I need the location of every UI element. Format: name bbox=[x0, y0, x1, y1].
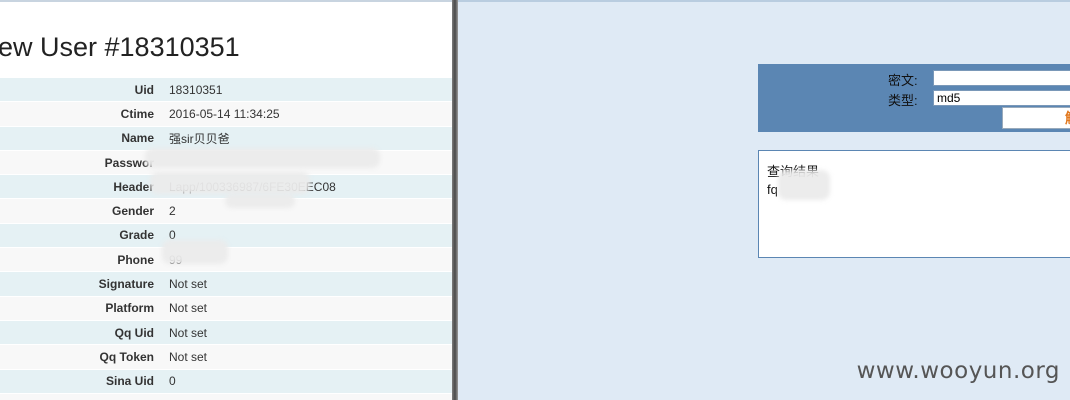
redaction-blur bbox=[162, 240, 228, 264]
field-value: Not set bbox=[162, 296, 452, 321]
field-label: Signature bbox=[0, 271, 162, 297]
page-title: iew User #18310351 bbox=[0, 32, 240, 62]
field-value: Not set bbox=[162, 320, 452, 346]
decrypt-button[interactable]: 解 bbox=[1002, 107, 1070, 129]
table-row: Name 强sir贝贝爸 bbox=[0, 126, 452, 151]
field-label: Sina Token bbox=[0, 393, 162, 400]
field-label: Ctime bbox=[0, 101, 162, 127]
field-label: Name bbox=[0, 126, 162, 151]
field-value: 2016-05-14 11:34:25 bbox=[162, 101, 452, 127]
field-value: Not set bbox=[162, 393, 452, 400]
watermark: www.wooyun.org bbox=[856, 358, 1060, 384]
table-row: Sina TokenNot set bbox=[0, 393, 452, 400]
field-label: Qq Token bbox=[0, 344, 162, 370]
field-value: 0 bbox=[162, 369, 452, 394]
table-row: Sina Uid 0 bbox=[0, 369, 452, 394]
type-label: 类型: bbox=[888, 93, 918, 108]
field-value: Not set bbox=[162, 271, 452, 297]
field-label: Gender bbox=[0, 198, 162, 224]
cipher-label: 密文: bbox=[888, 73, 918, 88]
field-value: Not set bbox=[162, 344, 452, 370]
result-box: 查询结果 fq bbox=[758, 150, 1070, 258]
redaction-blur bbox=[778, 170, 830, 200]
table-row: Qq Uid Not set bbox=[0, 320, 452, 346]
field-label: Passwor bbox=[0, 150, 162, 176]
type-input[interactable] bbox=[933, 90, 1070, 106]
user-detail-panel: iew User #18310351 Uid 18310351 Ctime 2016-… bbox=[0, 0, 452, 400]
decrypt-panel: 密文: 类型: 解 查询结果 fq www.wooyun.org bbox=[458, 0, 1070, 400]
redaction-blur bbox=[145, 148, 380, 168]
field-label: Grade bbox=[0, 223, 162, 249]
table-row: Signature Not set bbox=[0, 271, 452, 297]
field-value: 强sir贝贝爸 bbox=[162, 126, 452, 151]
decrypt-form: 密文: 类型: 解 bbox=[758, 64, 1070, 132]
field-value: 18310351 bbox=[162, 78, 452, 103]
table-row: Ctime 2016-05-14 11:34:25 bbox=[0, 101, 452, 127]
field-label: Qq Uid bbox=[0, 320, 162, 346]
field-label: Uid bbox=[0, 78, 162, 103]
field-label: Header bbox=[0, 174, 162, 200]
redaction-blur bbox=[150, 172, 310, 194]
redaction-blur bbox=[225, 194, 295, 208]
table-row: Platform Not set bbox=[0, 296, 452, 321]
field-value: 2 bbox=[162, 198, 452, 224]
field-label: Sina Uid bbox=[0, 369, 162, 394]
field-label: Platform bbox=[0, 296, 162, 321]
user-detail-table: Uid 18310351 Ctime 2016-05-14 11:34:25 Name 强… bbox=[0, 78, 452, 400]
cipher-input[interactable] bbox=[933, 70, 1070, 86]
table-row: Uid 18310351 bbox=[0, 78, 452, 103]
table-row: Qq Token Not set bbox=[0, 344, 452, 370]
field-label: Phone bbox=[0, 247, 162, 273]
